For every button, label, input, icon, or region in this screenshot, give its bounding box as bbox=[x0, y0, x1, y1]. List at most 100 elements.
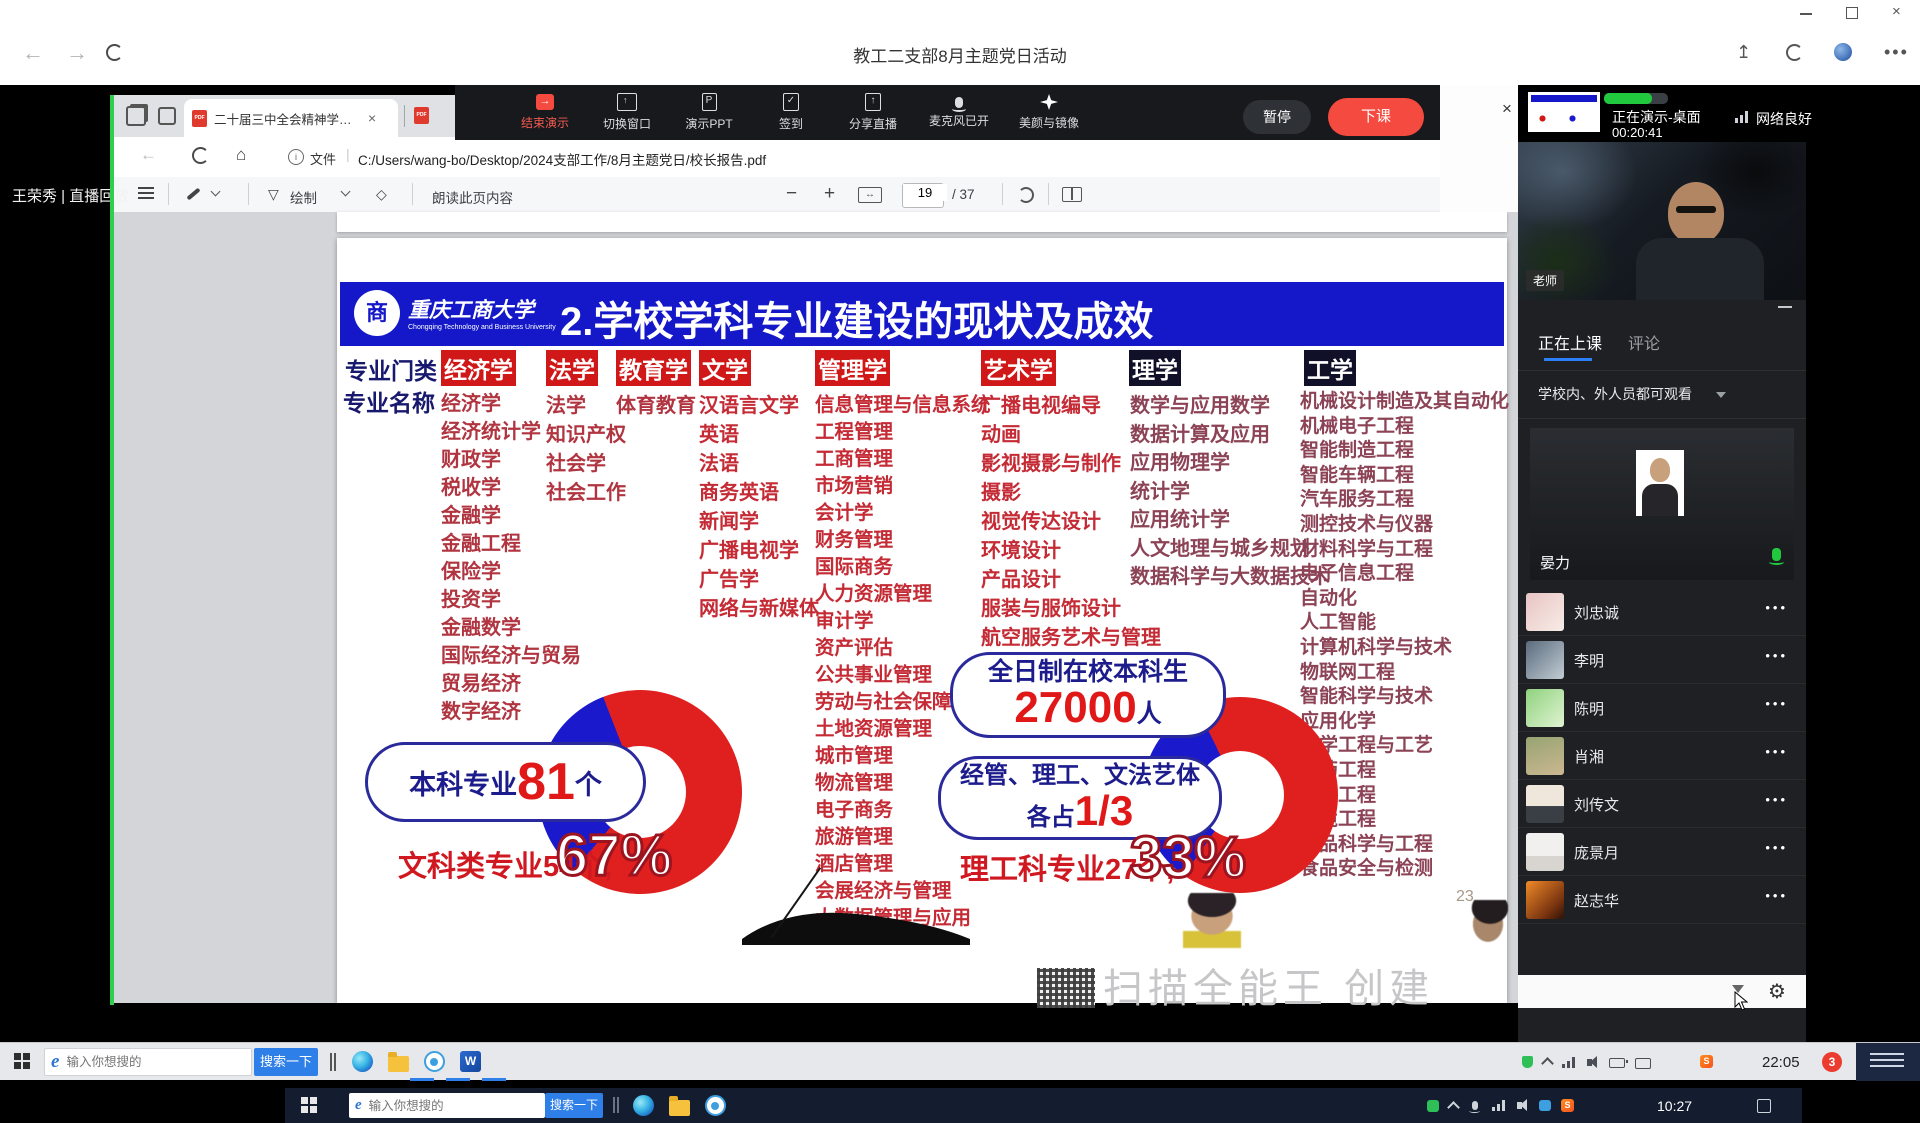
app-icon[interactable] bbox=[633, 1095, 654, 1116]
profile-avatar-icon[interactable] bbox=[1834, 43, 1852, 61]
browser-tab[interactable]: PDF 二十届三中全会精神学习.pdf × bbox=[184, 99, 398, 137]
collapse-icon[interactable] bbox=[1778, 306, 1792, 308]
slide-thumbnail[interactable] bbox=[1528, 92, 1600, 132]
chevron-down-icon[interactable] bbox=[1716, 392, 1726, 398]
search-input[interactable] bbox=[64, 1054, 245, 1070]
sync-icon[interactable] bbox=[1786, 44, 1803, 61]
participant-more-icon[interactable]: ••• bbox=[1765, 744, 1788, 759]
toc-icon[interactable] bbox=[138, 187, 154, 199]
search-button[interactable]: 搜索一下 bbox=[254, 1048, 318, 1076]
dismiss-class-button[interactable]: 下课 bbox=[1328, 98, 1424, 136]
search-box[interactable]: e bbox=[44, 1048, 252, 1076]
tray-icon[interactable] bbox=[1472, 1101, 1478, 1110]
visibility-dropdown[interactable]: 学校内、外人员都可观看 bbox=[1538, 384, 1692, 404]
tab-comments[interactable]: 评论 bbox=[1628, 330, 1660, 354]
tray-icon[interactable] bbox=[1517, 1102, 1522, 1109]
remote-search-button[interactable]: 搜索一下 bbox=[545, 1093, 603, 1118]
forward-icon[interactable]: → bbox=[66, 40, 88, 66]
participant-row[interactable]: 庞景月 ••• bbox=[1518, 828, 1806, 876]
rotate-icon[interactable] bbox=[1018, 187, 1034, 203]
app-icon[interactable] bbox=[705, 1095, 726, 1116]
zoom-out-icon[interactable]: − bbox=[786, 183, 797, 205]
participant-more-icon[interactable]: ••• bbox=[1765, 696, 1788, 711]
close-button[interactable]: × bbox=[1892, 3, 1901, 20]
presenter-tool[interactable]: 结束演示 bbox=[519, 94, 571, 131]
participant-more-icon[interactable]: ••• bbox=[1765, 600, 1788, 615]
remote-start-button[interactable] bbox=[301, 1097, 317, 1113]
participant-more-icon[interactable]: ••• bbox=[1765, 840, 1788, 855]
tray-icon[interactable] bbox=[1522, 1056, 1533, 1068]
tab-close-icon[interactable]: × bbox=[368, 110, 376, 126]
clock[interactable]: 22:05 bbox=[1762, 1054, 1800, 1071]
home-icon[interactable]: ⌂ bbox=[236, 145, 246, 165]
notification-center[interactable] bbox=[1856, 1043, 1920, 1081]
presenter-tool[interactable]: 切换窗口 bbox=[601, 93, 653, 132]
presenter-tool[interactable]: 签到 bbox=[765, 93, 817, 132]
app-icon[interactable] bbox=[388, 1056, 409, 1072]
participant-row[interactable]: 刘传文 ••• bbox=[1518, 780, 1806, 828]
tab-in-class[interactable]: 正在上课 bbox=[1538, 330, 1602, 354]
minimize-button[interactable] bbox=[1800, 13, 1812, 15]
app-icon[interactable] bbox=[669, 1100, 690, 1116]
pause-button[interactable]: 暂停 bbox=[1243, 100, 1311, 134]
presenter-tool[interactable]: 美颜与镜像 bbox=[1019, 94, 1079, 131]
remote-search-input[interactable] bbox=[367, 1098, 539, 1114]
participant-row[interactable]: 刘忠诚 ••• bbox=[1518, 588, 1806, 636]
page-number-field[interactable] bbox=[903, 184, 947, 201]
sogou-input-icon[interactable] bbox=[1700, 1055, 1713, 1068]
page-info-icon[interactable]: i bbox=[288, 149, 304, 165]
notification-badge[interactable]: 3 bbox=[1822, 1052, 1842, 1072]
toolbar-close-icon[interactable]: × bbox=[1502, 99, 1512, 119]
remote-notification-icon[interactable] bbox=[1757, 1099, 1771, 1113]
tab-stack-icon[interactable] bbox=[126, 106, 146, 126]
url-text[interactable]: C:/Users/wang-bo/Desktop/2024支部工作/8月主题党日… bbox=[358, 149, 1408, 169]
tab-preview-icon[interactable] bbox=[158, 107, 176, 125]
reload-icon[interactable] bbox=[106, 44, 123, 61]
presenter-tool[interactable]: 分享直播 bbox=[847, 93, 899, 132]
featured-participant-tile[interactable]: 晏力 bbox=[1530, 428, 1794, 580]
participant-row[interactable]: 陈明 ••• bbox=[1518, 684, 1806, 732]
second-tab-pdf-favicon[interactable]: PDF bbox=[414, 107, 429, 124]
app-icon[interactable] bbox=[352, 1051, 373, 1072]
tray-icon[interactable] bbox=[1539, 1100, 1551, 1111]
start-button[interactable] bbox=[14, 1053, 30, 1069]
participant-row[interactable]: 李明 ••• bbox=[1518, 636, 1806, 684]
remote-search-box[interactable]: e bbox=[349, 1093, 545, 1118]
participant-row[interactable]: 肖湘 ••• bbox=[1518, 732, 1806, 780]
teacher-webcam[interactable]: 老师 bbox=[1518, 142, 1806, 300]
remote-reload-icon[interactable] bbox=[192, 147, 209, 164]
presenter-tool[interactable]: 演示PPT bbox=[683, 93, 735, 132]
share-icon[interactable]: ↥ bbox=[1736, 42, 1751, 63]
eraser-icon[interactable]: ◇ bbox=[376, 186, 387, 203]
app-icon[interactable] bbox=[424, 1051, 445, 1072]
app-icon[interactable] bbox=[460, 1051, 481, 1072]
remote-clock[interactable]: 10:27 bbox=[1657, 1098, 1692, 1114]
fit-width-icon[interactable]: ↔ bbox=[858, 187, 882, 203]
participant-row[interactable]: 赵志华 ••• bbox=[1518, 876, 1806, 924]
tray-icon[interactable] bbox=[1562, 1057, 1575, 1068]
page-view-icon[interactable] bbox=[1062, 187, 1082, 202]
gear-icon[interactable]: ⚙ bbox=[1768, 979, 1786, 1004]
participant-more-icon[interactable]: ••• bbox=[1765, 888, 1788, 903]
maximize-button[interactable] bbox=[1846, 7, 1858, 19]
tray-icon[interactable] bbox=[1561, 1099, 1574, 1112]
back-icon[interactable]: ← bbox=[22, 40, 44, 66]
tray-icon[interactable] bbox=[1427, 1100, 1439, 1112]
presenter-tool[interactable]: 麦克风已开 bbox=[929, 96, 989, 129]
tray-icon[interactable] bbox=[1492, 1100, 1505, 1111]
tray-icon[interactable] bbox=[1447, 1101, 1460, 1114]
participant-more-icon[interactable]: ••• bbox=[1765, 792, 1788, 807]
tray-icon[interactable] bbox=[1587, 1059, 1592, 1066]
zoom-in-pdf-icon[interactable]: + bbox=[824, 183, 835, 205]
read-aloud-button[interactable]: 朗读此页内容 bbox=[432, 187, 513, 207]
draw-label[interactable]: 绘制 bbox=[290, 187, 317, 207]
participant-more-icon[interactable]: ••• bbox=[1765, 648, 1788, 663]
tray-icon[interactable] bbox=[1609, 1058, 1625, 1068]
page-number-input[interactable] bbox=[902, 183, 944, 208]
remote-back-icon[interactable]: ← bbox=[140, 145, 157, 165]
more-menu-icon[interactable]: ••• bbox=[1884, 42, 1909, 63]
tray-icon[interactable] bbox=[1541, 1057, 1554, 1070]
draw-icon[interactable]: ▽ bbox=[268, 186, 279, 203]
tray-icon[interactable] bbox=[1635, 1058, 1651, 1069]
mic-on-icon[interactable] bbox=[1772, 548, 1781, 561]
